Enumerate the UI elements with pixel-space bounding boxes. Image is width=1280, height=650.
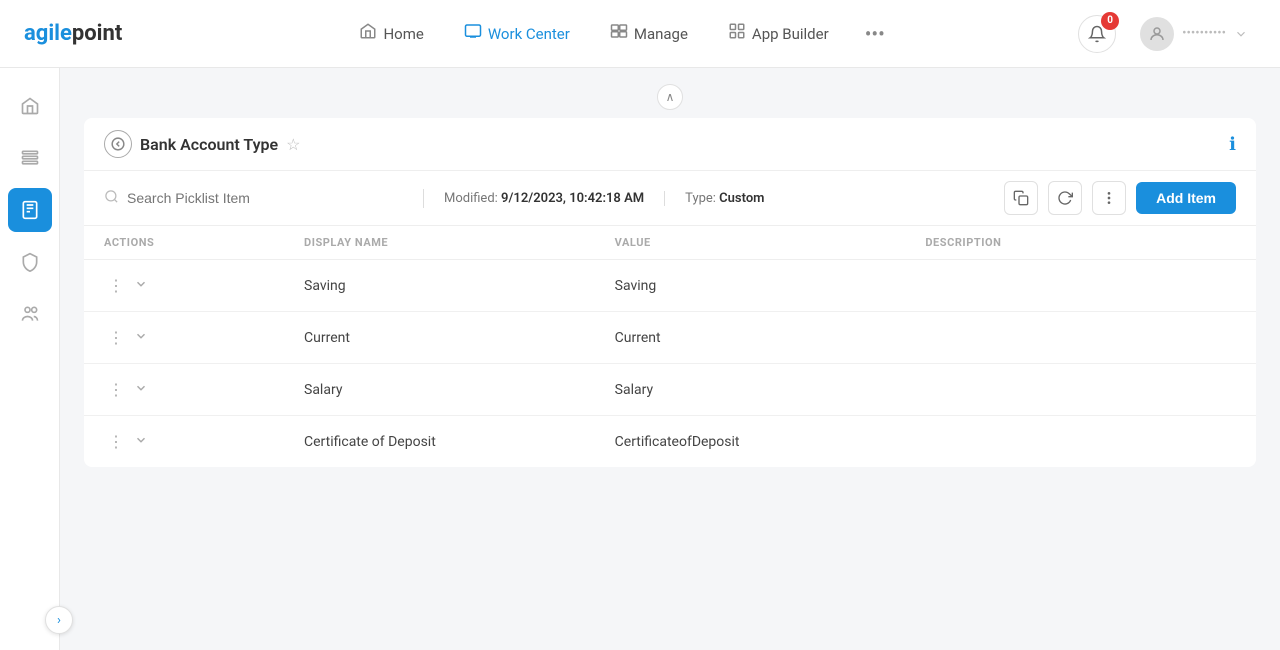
sidebar-item-list[interactable] xyxy=(8,136,52,180)
search-icon xyxy=(104,189,119,208)
table-header: ACTIONS DISPLAY NAME VALUE DESCRIPTION xyxy=(84,226,1256,260)
sidebar-expand-button[interactable]: › xyxy=(45,606,73,634)
sidebar-item-shield[interactable] xyxy=(8,240,52,284)
user-avatar xyxy=(1140,17,1174,51)
row-actions: ⋮ xyxy=(104,430,304,453)
cell-display-name: Salary xyxy=(304,382,615,398)
sidebar-item-users[interactable] xyxy=(8,292,52,336)
page-title: Bank Account Type xyxy=(140,135,278,154)
col-value: VALUE xyxy=(615,236,926,249)
cell-value: CertificateofDeposit xyxy=(615,434,926,450)
nav-more-icon[interactable]: ••• xyxy=(853,14,897,54)
collapse-bar: ∧ xyxy=(84,84,1256,110)
logo[interactable]: agilepoint xyxy=(24,21,122,46)
row-expand-icon[interactable] xyxy=(134,433,148,451)
add-item-button[interactable]: Add Item xyxy=(1136,182,1236,214)
toolbar-actions: Add Item xyxy=(1004,181,1236,215)
sidebar: › xyxy=(0,68,60,650)
user-name: •••••••••• xyxy=(1182,26,1226,41)
modified-info: Modified: 9/12/2023, 10:42:18 AM xyxy=(424,191,665,206)
type-value: Custom xyxy=(719,191,764,206)
cell-value: Current xyxy=(615,330,926,346)
cell-value: Salary xyxy=(615,382,926,398)
col-description: DESCRIPTION xyxy=(925,236,1236,249)
type-info: Type: Custom xyxy=(665,191,1004,206)
main-layout: › ∧ Bank Account Type ☆ ℹ xyxy=(0,68,1280,650)
nav-app-builder-label: App Builder xyxy=(752,25,829,43)
cell-display-name: Certificate of Deposit xyxy=(304,434,615,450)
nav-right: 0 •••••••••• xyxy=(1078,13,1256,55)
nav-manage[interactable]: Manage xyxy=(594,14,704,53)
collapse-button[interactable]: ∧ xyxy=(657,84,683,110)
col-display-name: DISPLAY NAME xyxy=(304,236,615,249)
search-input[interactable] xyxy=(127,190,403,206)
nav-home-label: Home xyxy=(383,25,423,43)
main-content: ∧ Bank Account Type ☆ ℹ Modif xyxy=(60,68,1280,650)
nav-links: Home Work Center Manage App Builder ••• xyxy=(162,14,1078,54)
cell-value: Saving xyxy=(615,278,926,294)
notification-button[interactable]: 0 xyxy=(1078,15,1116,53)
favorite-icon[interactable]: ☆ xyxy=(286,135,300,154)
app-builder-nav-icon xyxy=(728,22,746,45)
more-actions-button[interactable] xyxy=(1092,181,1126,215)
refresh-button[interactable] xyxy=(1048,181,1082,215)
nav-home[interactable]: Home xyxy=(343,14,439,53)
table-row: ⋮ Certificate of Deposit CertificateofDe… xyxy=(84,416,1256,467)
chevron-up-icon: ∧ xyxy=(666,90,675,104)
copy-button[interactable] xyxy=(1004,181,1038,215)
row-menu-icon[interactable]: ⋮ xyxy=(104,430,128,453)
cell-display-name: Current xyxy=(304,330,615,346)
table-row: ⋮ Salary Salary xyxy=(84,364,1256,416)
top-navigation: agilepoint Home Work Center Manage App xyxy=(0,0,1280,68)
row-expand-icon[interactable] xyxy=(134,381,148,399)
info-icon[interactable]: ℹ xyxy=(1229,134,1236,155)
table-row: ⋮ Saving Saving xyxy=(84,260,1256,312)
sidebar-item-home[interactable] xyxy=(8,84,52,128)
cell-display-name: Saving xyxy=(304,278,615,294)
back-button[interactable] xyxy=(104,130,132,158)
manage-nav-icon xyxy=(610,22,628,45)
row-actions: ⋮ xyxy=(104,274,304,297)
logo-text: agilepoint xyxy=(24,21,122,46)
col-actions: ACTIONS xyxy=(104,236,304,249)
row-actions: ⋮ xyxy=(104,326,304,349)
notification-badge: 0 xyxy=(1101,12,1119,30)
row-actions: ⋮ xyxy=(104,378,304,401)
row-menu-icon[interactable]: ⋮ xyxy=(104,378,128,401)
toolbar: Modified: 9/12/2023, 10:42:18 AM Type: C… xyxy=(84,171,1256,226)
chevron-down-icon xyxy=(1234,27,1248,41)
home-nav-icon xyxy=(359,22,377,45)
row-menu-icon[interactable]: ⋮ xyxy=(104,274,128,297)
chevron-right-icon: › xyxy=(57,613,61,628)
user-menu[interactable]: •••••••••• xyxy=(1132,13,1256,55)
row-expand-icon[interactable] xyxy=(134,329,148,347)
table-container: ACTIONS DISPLAY NAME VALUE DESCRIPTION ⋮… xyxy=(84,226,1256,467)
sidebar-item-doc[interactable] xyxy=(8,188,52,232)
modified-value: 9/12/2023, 10:42:18 AM xyxy=(501,191,644,206)
nav-work-center[interactable]: Work Center xyxy=(448,14,586,53)
page-title-row: Bank Account Type ☆ xyxy=(104,130,301,158)
row-menu-icon[interactable]: ⋮ xyxy=(104,326,128,349)
nav-work-center-label: Work Center xyxy=(488,25,570,43)
row-expand-icon[interactable] xyxy=(134,277,148,295)
work-center-nav-icon xyxy=(464,22,482,45)
nav-app-builder[interactable]: App Builder xyxy=(712,14,845,53)
search-box xyxy=(104,189,424,208)
page-header: Bank Account Type ☆ ℹ xyxy=(84,118,1256,171)
table-row: ⋮ Current Current xyxy=(84,312,1256,364)
nav-manage-label: Manage xyxy=(634,25,688,43)
